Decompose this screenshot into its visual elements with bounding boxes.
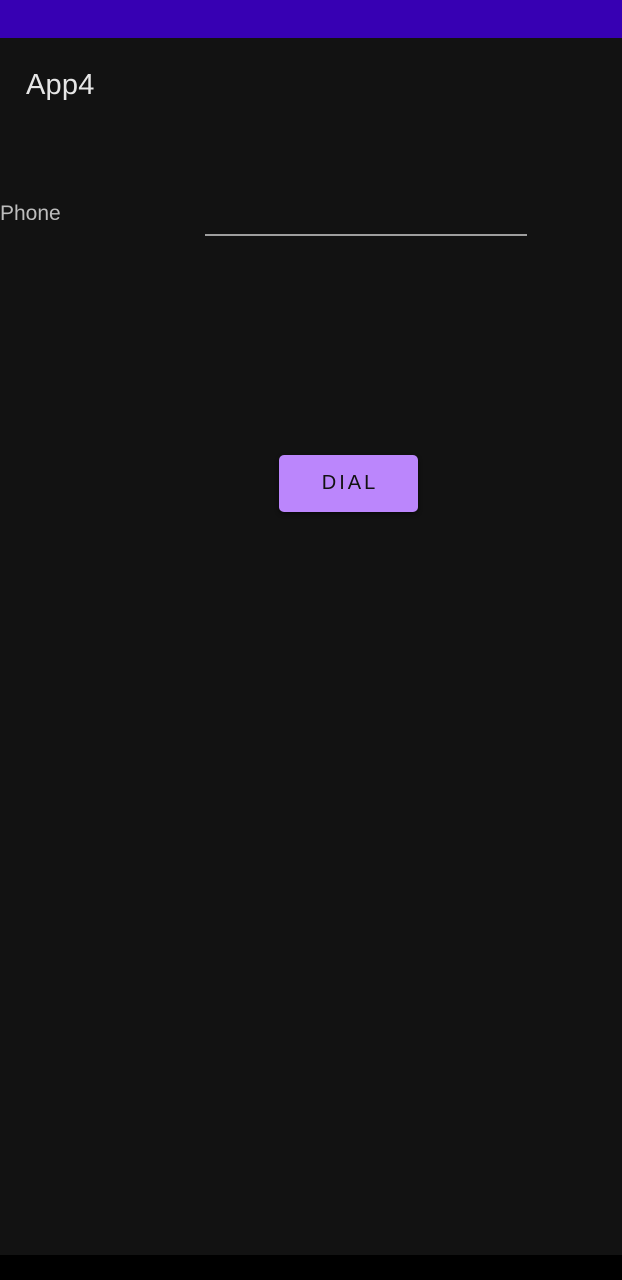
app-title: App4 [26, 69, 95, 101]
screen: App4 Phone DIAL [0, 0, 622, 1280]
app-bar: App4 [0, 38, 622, 132]
status-bar [0, 0, 622, 38]
phone-label: Phone [0, 202, 61, 225]
navigation-bar [0, 1255, 622, 1280]
dial-button-label: DIAL [321, 472, 379, 494]
dial-button[interactable]: DIAL [279, 455, 418, 512]
phone-input[interactable] [205, 196, 527, 236]
